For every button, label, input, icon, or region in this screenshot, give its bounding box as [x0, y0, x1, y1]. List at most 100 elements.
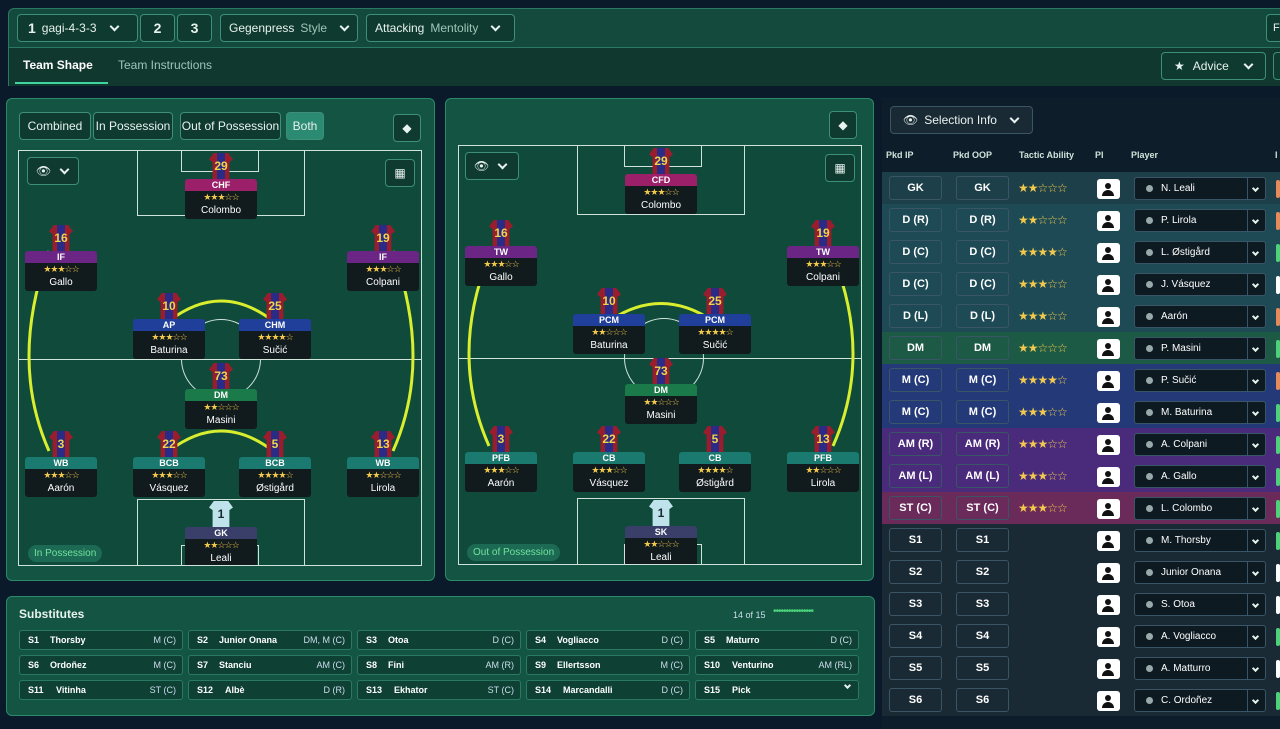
- pkd-oop-select[interactable]: D (R): [956, 208, 1009, 232]
- eye-toggle[interactable]: 👁: [27, 157, 79, 185]
- player-card[interactable]: 13 PFB ★★☆☆☆ Lirola: [787, 426, 859, 492]
- player-card[interactable]: 10 AP ★★★☆☆ Baturina: [133, 293, 205, 359]
- player-select[interactable]: A. Matturro: [1134, 657, 1266, 680]
- pkd-ip-select[interactable]: S3: [889, 592, 942, 616]
- pkd-oop-select[interactable]: D (L): [956, 304, 1009, 328]
- substitute-slot[interactable]: S4 Vogliacco D (C): [526, 630, 690, 650]
- player-instructions-icon[interactable]: [1097, 531, 1120, 551]
- substitute-slot[interactable]: S8 Fini AM (R): [357, 655, 521, 675]
- player-instructions-icon[interactable]: [1097, 339, 1120, 359]
- player-select[interactable]: N. Leali: [1134, 177, 1266, 200]
- pkd-oop-select[interactable]: S6: [956, 688, 1009, 712]
- player-card[interactable]: 1 SK ★★☆☆☆ Leali: [625, 500, 697, 564]
- player-card[interactable]: 19 TW ★★★☆☆ Colpani: [787, 220, 859, 286]
- selection-info-select[interactable]: 👁 Selection Info: [890, 106, 1033, 134]
- pkd-oop-select[interactable]: AM (R): [956, 432, 1009, 456]
- pkd-ip-select[interactable]: M (C): [889, 400, 942, 424]
- player-select[interactable]: M. Thorsby: [1134, 529, 1266, 552]
- tactic-slot-2[interactable]: 2: [140, 14, 175, 42]
- style-select[interactable]: Gegenpress Style: [220, 14, 358, 42]
- player-card[interactable]: 3 WB ★★★☆☆ Aarón: [25, 431, 97, 497]
- pkd-ip-select[interactable]: D (L): [889, 304, 942, 328]
- player-card[interactable]: 25 PCM ★★★★☆ Sučić: [679, 288, 751, 354]
- advice-button[interactable]: ★ Advice: [1161, 52, 1266, 80]
- player-select[interactable]: M. Baturina: [1134, 401, 1266, 424]
- pkd-ip-select[interactable]: ST (C): [889, 496, 942, 520]
- player-select[interactable]: S. Otoa: [1134, 593, 1266, 616]
- grid-icon[interactable]: ▦: [385, 159, 415, 187]
- grid-icon[interactable]: ▦: [825, 154, 855, 182]
- player-select[interactable]: P. Masini: [1134, 337, 1266, 360]
- pkd-oop-select[interactable]: S3: [956, 592, 1009, 616]
- substitute-slot[interactable]: S6 Ordoñez M (C): [19, 655, 183, 675]
- substitute-slot[interactable]: S10 Venturino AM (RL): [695, 655, 859, 675]
- player-select[interactable]: J. Vásquez: [1134, 273, 1266, 296]
- substitute-slot[interactable]: S7 Stanciu AM (C): [188, 655, 352, 675]
- eye-toggle[interactable]: 👁: [465, 152, 519, 180]
- player-instructions-icon[interactable]: [1097, 627, 1120, 647]
- player-instructions-icon[interactable]: [1097, 595, 1120, 615]
- pkd-ip-select[interactable]: S4: [889, 624, 942, 648]
- player-select[interactable]: C. Ordoñez: [1134, 689, 1266, 712]
- pkd-oop-select[interactable]: S5: [956, 656, 1009, 680]
- player-card[interactable]: 10 PCM ★★☆☆☆ Baturina: [573, 288, 645, 354]
- player-select[interactable]: A. Colpani: [1134, 433, 1266, 456]
- player-card[interactable]: 22 BCB ★★★☆☆ Vásquez: [133, 431, 205, 497]
- pkd-oop-select[interactable]: S1: [956, 528, 1009, 552]
- pkd-oop-select[interactable]: AM (L): [956, 464, 1009, 488]
- substitute-slot[interactable]: S12 Albè D (R): [188, 680, 352, 700]
- pkd-oop-select[interactable]: M (C): [956, 400, 1009, 424]
- substitute-slot[interactable]: S14 Marcandalli D (C): [526, 680, 690, 700]
- player-card[interactable]: 5 CB ★★★★☆ Østigård: [679, 426, 751, 492]
- pkd-oop-select[interactable]: S4: [956, 624, 1009, 648]
- player-card[interactable]: 25 CHM ★★★★☆ Sučić: [239, 293, 311, 359]
- player-card[interactable]: 5 BCB ★★★★☆ Østigård: [239, 431, 311, 497]
- pkd-oop-select[interactable]: DM: [956, 336, 1009, 360]
- view-combined[interactable]: Combined: [19, 112, 91, 140]
- pkd-oop-select[interactable]: ST (C): [956, 496, 1009, 520]
- player-card[interactable]: 73 DM ★★☆☆☆ Masini: [185, 363, 257, 429]
- pkd-ip-select[interactable]: GK: [889, 176, 942, 200]
- player-select[interactable]: Junior Onana: [1134, 561, 1266, 584]
- tactics-view-icon[interactable]: ◆: [829, 111, 857, 139]
- pkd-oop-select[interactable]: S2: [956, 560, 1009, 584]
- pkd-ip-select[interactable]: D (C): [889, 240, 942, 264]
- substitute-slot[interactable]: S11 Vitinha ST (C): [19, 680, 183, 700]
- substitute-slot[interactable]: S15 Pick: [695, 680, 859, 700]
- player-instructions-icon[interactable]: [1097, 371, 1120, 391]
- player-instructions-icon[interactable]: [1097, 275, 1120, 295]
- player-instructions-icon[interactable]: [1097, 403, 1120, 423]
- player-card[interactable]: 3 PFB ★★★☆☆ Aarón: [465, 426, 537, 492]
- pkd-ip-select[interactable]: AM (R): [889, 432, 942, 456]
- substitute-slot[interactable]: S9 Ellertsson M (C): [526, 655, 690, 675]
- player-select[interactable]: L. Østigård: [1134, 241, 1266, 264]
- pkd-ip-select[interactable]: M (C): [889, 368, 942, 392]
- far-right-button[interactable]: Fo: [1266, 14, 1280, 42]
- player-select[interactable]: P. Lirola: [1134, 209, 1266, 232]
- player-instructions-icon[interactable]: [1097, 691, 1120, 711]
- substitute-slot[interactable]: S13 Ekhator ST (C): [357, 680, 521, 700]
- player-card[interactable]: 29 CFD ★★★☆☆ Colombo: [625, 148, 697, 214]
- player-card[interactable]: 16 IF ★★★☆☆ Gallo: [25, 225, 97, 291]
- player-card[interactable]: 73 DM ★★☆☆☆ Masini: [625, 358, 697, 424]
- player-instructions-icon[interactable]: [1097, 499, 1120, 519]
- tab-team-shape[interactable]: Team Shape: [23, 58, 93, 72]
- substitute-slot[interactable]: S3 Otoa D (C): [357, 630, 521, 650]
- pkd-ip-select[interactable]: AM (L): [889, 464, 942, 488]
- player-card[interactable]: 22 CB ★★★☆☆ Vásquez: [573, 426, 645, 492]
- player-instructions-icon[interactable]: [1097, 659, 1120, 679]
- player-instructions-icon[interactable]: [1097, 179, 1120, 199]
- pkd-ip-select[interactable]: S6: [889, 688, 942, 712]
- player-select[interactable]: L. Colombo: [1134, 497, 1266, 520]
- pkd-ip-select[interactable]: D (R): [889, 208, 942, 232]
- player-instructions-icon[interactable]: [1097, 467, 1120, 487]
- view-both[interactable]: Both: [286, 112, 324, 140]
- mentality-select[interactable]: Attacking Mentolity: [366, 14, 515, 42]
- substitute-slot[interactable]: S5 Maturro D (C): [695, 630, 859, 650]
- player-instructions-icon[interactable]: [1097, 243, 1120, 263]
- pkd-ip-select[interactable]: DM: [889, 336, 942, 360]
- player-instructions-icon[interactable]: [1097, 307, 1120, 327]
- pkd-ip-select[interactable]: S5: [889, 656, 942, 680]
- player-card[interactable]: 13 WB ★★☆☆☆ Lirola: [347, 431, 419, 497]
- tactics-view-icon[interactable]: ◆: [393, 114, 421, 142]
